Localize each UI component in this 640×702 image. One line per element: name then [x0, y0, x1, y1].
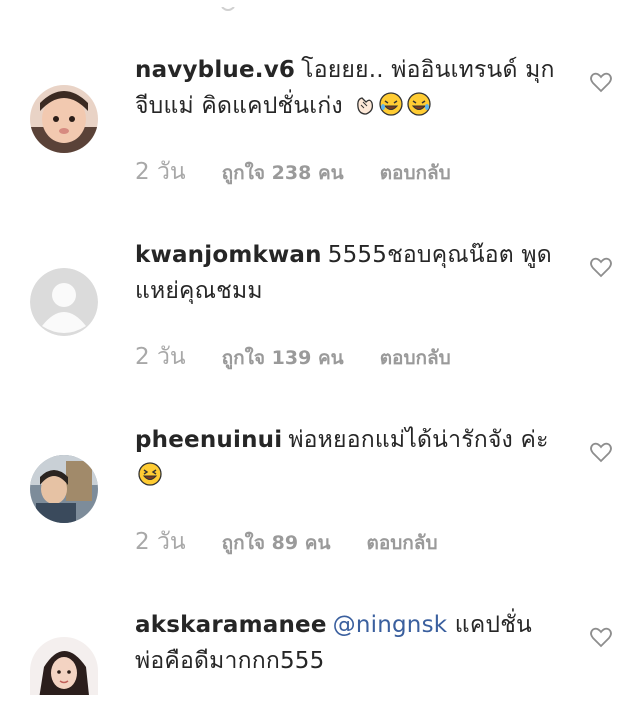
comment-like-count[interactable]: ถูกใจ 238 คน	[222, 162, 344, 184]
comment-username[interactable]: pheenuinui	[135, 427, 282, 453]
like-heart-icon[interactable]	[589, 70, 613, 94]
comment-item: kwanjomkwan 5555ชอบคุณน๊อต พูดแหย่คุณชมม …	[0, 235, 640, 415]
comment-timestamp: 2 วัน	[135, 159, 186, 185]
avatar-default[interactable]	[30, 268, 98, 336]
comment-body: kwanjomkwan 5555ชอบคุณน๊อต พูดแหย่คุณชมม	[135, 237, 565, 309]
laughing-face-icon	[137, 461, 163, 498]
comment-username[interactable]: akskaramanee	[135, 612, 327, 638]
avatar[interactable]	[30, 85, 98, 153]
comment-meta: 2 วัน ถูกใจ 89 คน ตอบกลับ	[135, 524, 468, 560]
avatar[interactable]	[30, 455, 98, 523]
comment-username[interactable]: navyblue.v6	[135, 57, 295, 83]
comment-text: navyblue.v6 โอยยย.. พ่ออินเทรนด์ มุกจีบแม…	[135, 52, 565, 128]
comment-timestamp: 2 วัน	[135, 344, 186, 370]
comment-meta: 2 วัน ถูกใจ 238 คน ตอบกลับ	[135, 154, 481, 190]
reply-button[interactable]: ตอบกลับ	[380, 162, 451, 184]
comment-text: pheenuinui พ่อหยอกแม่ได้น่ารักจัง ค่ะ	[135, 422, 565, 498]
rofl-face-icon	[378, 91, 404, 128]
comment-like-count[interactable]: ถูกใจ 89 คน	[222, 532, 331, 554]
like-heart-icon[interactable]	[589, 625, 613, 649]
comment-body: akskaramanee @ningnsk แคปชั่น พ่อคือดีมาก…	[135, 607, 565, 679]
like-heart-icon[interactable]	[589, 440, 613, 464]
mention-link[interactable]: @ningnsk	[333, 612, 448, 638]
avatar[interactable]	[30, 637, 98, 695]
comment-meta: 2 วัน ถูกใจ 139 คน ตอบกลับ	[135, 339, 481, 375]
reply-button[interactable]: ตอบกลับ	[380, 347, 451, 369]
comment-username[interactable]: kwanjomkwan	[135, 242, 322, 268]
comment-message: พ่อหยอกแม่ได้น่ารักจัง ค่ะ	[288, 427, 549, 453]
comment-body: navyblue.v6 โอยยย.. พ่ออินเทรนด์ มุกจีบแม…	[135, 52, 565, 128]
comment-body: pheenuinui พ่อหยอกแม่ได้น่ารักจัง ค่ะ	[135, 422, 565, 498]
reply-button[interactable]: ตอบกลับ	[366, 532, 437, 554]
comment-item: akskaramanee @ningnsk แคปชั่น พ่อคือดีมาก…	[0, 605, 640, 702]
comment-timestamp: 2 วัน	[135, 529, 186, 555]
cropped-previous-content	[0, 0, 640, 11]
comment-text: akskaramanee @ningnsk แคปชั่น พ่อคือดีมาก…	[135, 607, 565, 679]
comment-item: pheenuinui พ่อหยอกแม่ได้น่ารักจัง ค่ะ 2 ว…	[0, 420, 640, 600]
like-heart-icon[interactable]	[589, 255, 613, 279]
clapping-hands-icon	[352, 92, 376, 128]
comment-text: kwanjomkwan 5555ชอบคุณน๊อต พูดแหย่คุณชมม	[135, 237, 565, 309]
comment-like-count[interactable]: ถูกใจ 139 คน	[222, 347, 344, 369]
comment-item: navyblue.v6 โอยยย.. พ่ออินเทรนด์ มุกจีบแม…	[0, 50, 640, 230]
rofl-face-icon	[406, 91, 432, 128]
